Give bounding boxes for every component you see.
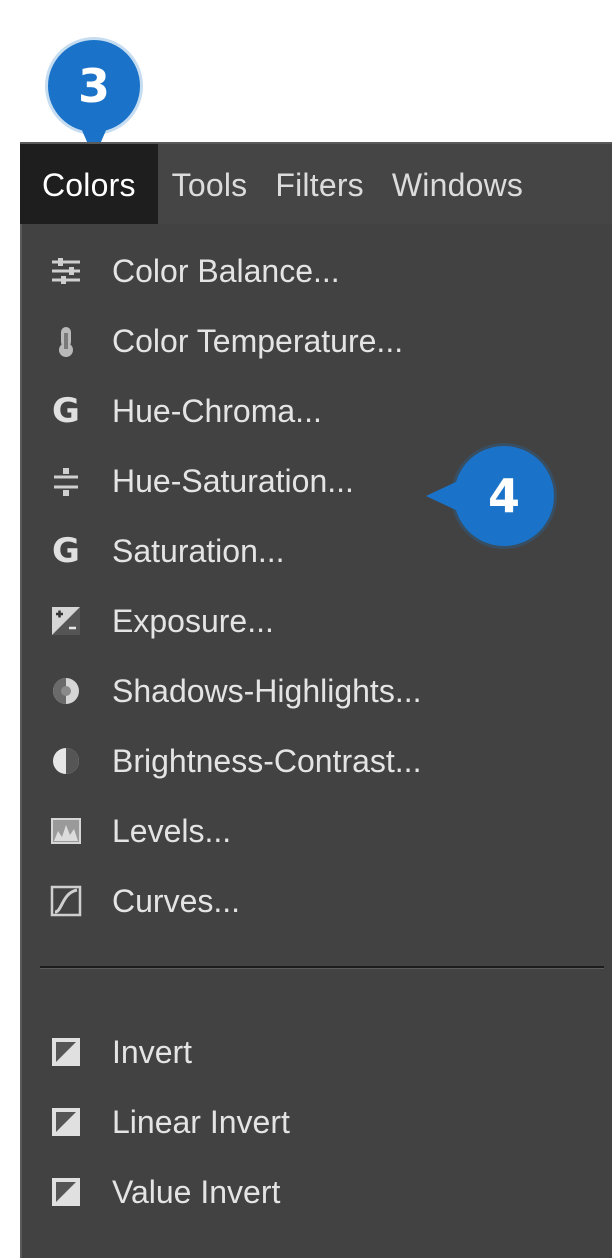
step-3-number: 3 xyxy=(77,59,110,113)
g-letter-icon: G xyxy=(52,391,80,431)
menubar-tools-label: Tools xyxy=(171,166,248,203)
menu-item-curves[interactable]: Curves... xyxy=(22,866,612,936)
shadows-highlights-icon xyxy=(46,671,86,711)
menu-item-label: Linear Invert xyxy=(112,1103,290,1140)
step-4-callout: 4 xyxy=(426,446,554,546)
menu-item-hue-chroma[interactable]: G Hue-Chroma... xyxy=(22,376,612,446)
menu-item-label: Value Invert xyxy=(112,1173,281,1210)
menu-item-label: Curves... xyxy=(112,882,241,919)
menu-item-exposure[interactable]: Exposure... xyxy=(22,586,612,656)
thermometer-icon xyxy=(46,321,86,361)
g-letter-icon: G xyxy=(52,531,80,571)
menubar-filters[interactable]: Filters xyxy=(261,144,378,226)
exposure-icon xyxy=(46,601,86,641)
menu-item-label: Hue-Saturation... xyxy=(112,462,354,499)
menubar-filters-label: Filters xyxy=(275,166,364,203)
menu-item-label: Invert xyxy=(112,1033,193,1070)
colors-menu-list: Color Balance... Color Temperature... G … xyxy=(22,224,612,936)
colors-dropdown-menu: Color Balance... Color Temperature... G … xyxy=(20,224,612,1258)
menu-item-shadows-highlights[interactable]: Shadows-Highlights... xyxy=(22,656,612,726)
step-4-number: 4 xyxy=(487,469,520,523)
menu-item-label: Color Balance... xyxy=(112,252,340,289)
hue-saturation-icon xyxy=(46,461,86,501)
menubar: Colors Tools Filters Windows xyxy=(20,142,612,226)
menu-item-label: Brightness-Contrast... xyxy=(112,742,422,779)
menu-item-color-temperature[interactable]: Color Temperature... xyxy=(22,306,612,376)
menu-item-value-invert[interactable]: Value Invert xyxy=(22,1157,612,1227)
invert-menu-list: Invert Linear Invert Value Invert xyxy=(22,1017,612,1227)
menu-item-label: Hue-Chroma... xyxy=(112,392,322,429)
menubar-colors-label: Colors xyxy=(42,166,136,203)
menu-item-label: Levels... xyxy=(112,812,232,849)
menu-item-levels[interactable]: Levels... xyxy=(22,796,612,866)
invert-icon xyxy=(46,1102,86,1142)
step-3-callout: 3 xyxy=(48,40,140,158)
menubar-windows-label: Windows xyxy=(391,166,524,203)
curves-icon xyxy=(46,881,86,921)
menu-item-label: Color Temperature... xyxy=(112,322,404,359)
invert-icon xyxy=(46,1172,86,1212)
color-balance-icon xyxy=(46,251,86,291)
menu-item-invert[interactable]: Invert xyxy=(22,1017,612,1087)
levels-icon xyxy=(46,811,86,851)
menu-separator xyxy=(40,966,604,969)
menubar-colors[interactable]: Colors xyxy=(20,144,158,226)
menu-item-color-balance[interactable]: Color Balance... xyxy=(22,236,612,306)
invert-icon xyxy=(46,1032,86,1072)
menu-item-label: Shadows-Highlights... xyxy=(112,672,422,709)
menu-item-label: Exposure... xyxy=(112,602,274,639)
menubar-tools[interactable]: Tools xyxy=(158,144,262,226)
menu-item-linear-invert[interactable]: Linear Invert xyxy=(22,1087,612,1157)
menubar-windows[interactable]: Windows xyxy=(378,144,537,226)
menu-item-label: Saturation... xyxy=(112,532,285,569)
menu-item-brightness-contrast[interactable]: Brightness-Contrast... xyxy=(22,726,612,796)
brightness-contrast-icon xyxy=(46,741,86,781)
